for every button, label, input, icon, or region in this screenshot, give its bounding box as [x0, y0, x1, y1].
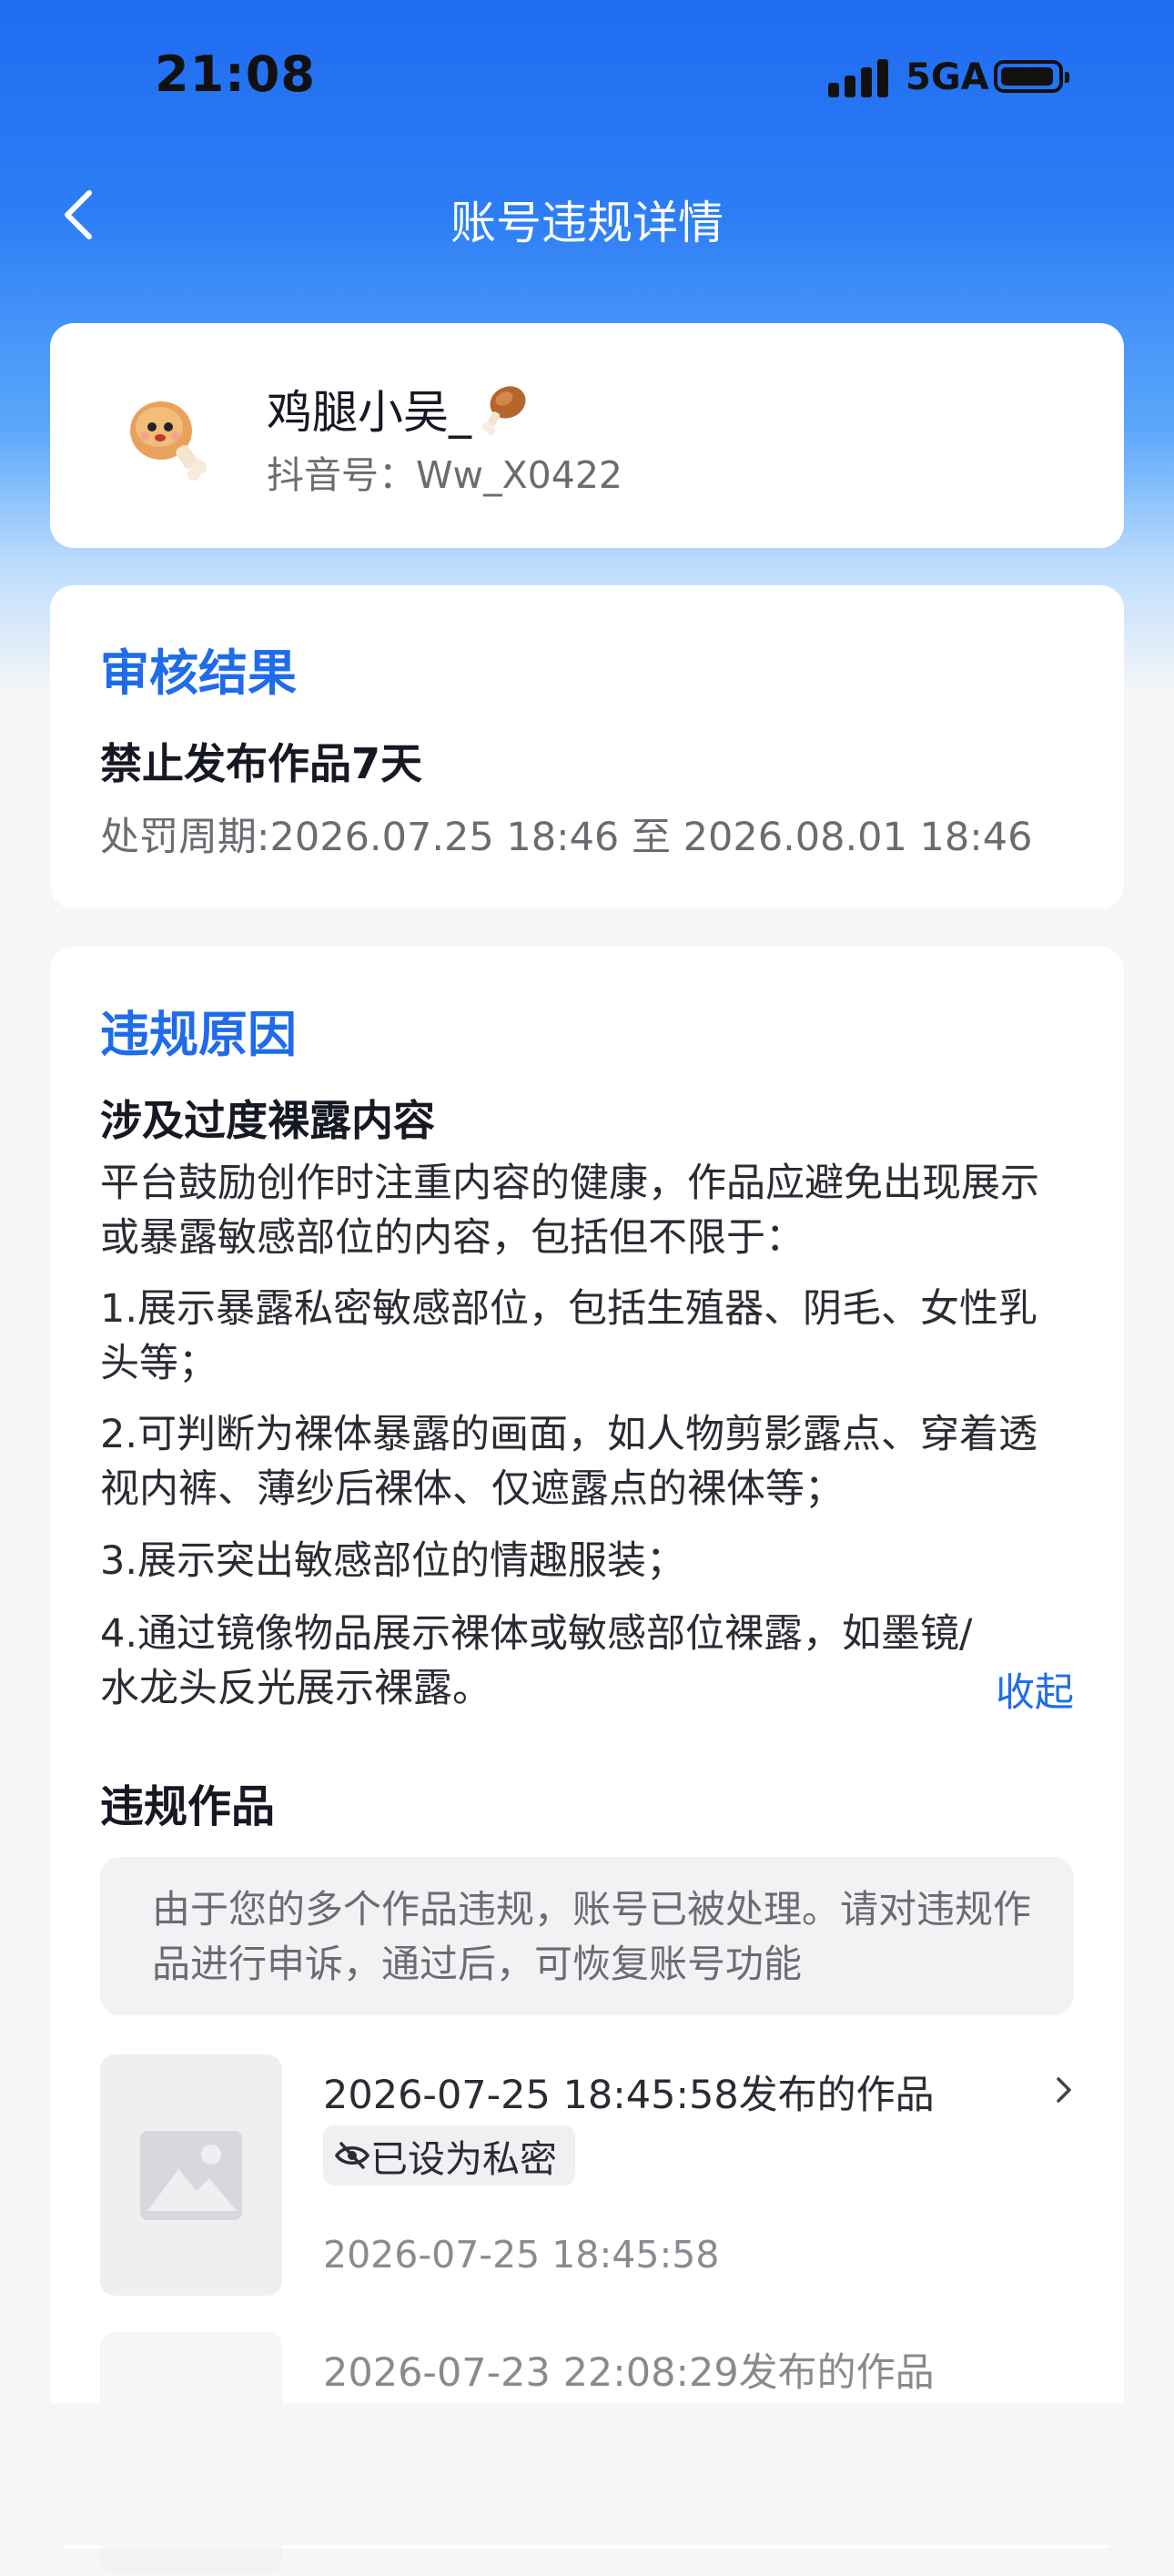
period-start: 2026.07.25 18:46: [269, 815, 620, 860]
chicken-leg-character-icon: [130, 401, 207, 481]
private-badge: 已设为私密: [323, 2125, 575, 2186]
profile-card: 鸡腿小吴_ 抖音号：Ww_X0422: [50, 323, 1124, 548]
reason-section-title: 违规原因: [100, 1006, 297, 1063]
work-thumbnail: [100, 2054, 282, 2296]
battery-icon: [994, 60, 1069, 93]
violation-reason-card: 违规原因 涉及过度裸露内容 平台鼓励创作时注重内容的健康，作品应避免出现展示或暴…: [50, 947, 1124, 2573]
work-title: 2026-07-25 18:45:58发布的作品: [323, 2073, 935, 2118]
username: 鸡腿小吴_: [267, 376, 531, 441]
battery-level: [1001, 67, 1053, 86]
works-section-title: 违规作品: [100, 1781, 276, 1832]
drumstick-icon: [482, 386, 526, 435]
eye-off-icon: [334, 2142, 370, 2169]
user-id: 抖音号：Ww_X0422: [267, 444, 622, 499]
reason-intro: 平台鼓励创作时注重内容的健康，作品应避免出现展示或暴露敏感部位的内容，包括但不限…: [100, 1161, 1039, 1261]
work-item[interactable]: 2026-07-25 18:45:58发布的作品 已设为私密 2026-07-2…: [100, 2054, 1074, 2298]
audit-section-title: 审核结果: [100, 644, 297, 702]
work-date: 2026-07-25 18:45:58: [323, 2233, 720, 2277]
user-id-value: Ww_X0422: [416, 453, 623, 497]
period-label: 处罚周期:: [100, 815, 270, 860]
audit-result-card: 审核结果 禁止发布作品7天 处罚周期:2026.07.25 18:46 至 20…: [50, 585, 1124, 908]
reason-item: 4.通过镜像物品展示裸体或敏感部位裸露，如墨镜/水龙头反光展示裸露。: [100, 1611, 973, 1711]
signal-icon: [828, 59, 888, 97]
reason-item: 3.展示突出敏感部位的情趣服装；: [100, 1538, 686, 1584]
username-text: 鸡腿小吴_: [267, 386, 471, 439]
collapse-button[interactable]: 收起: [996, 1661, 1074, 1718]
reason-item: 2.可判断为裸体暴露的画面，如人物剪影露点、穿着透视内裤、薄纱后裸体、仅遮露点的…: [100, 1412, 1038, 1512]
network-type: 5GA: [906, 56, 989, 98]
period-end: 2026.08.01 18:46: [683, 815, 1033, 860]
works-notice: 由于您的多个作品违规，账号已被处理。请对违规作品进行申诉，通过后，可恢复账号功能: [100, 1857, 1074, 2015]
page-title: 账号违规详情: [450, 197, 724, 249]
audit-result: 禁止发布作品7天: [100, 739, 423, 788]
user-id-label: 抖音号：: [267, 453, 416, 497]
period-separator: 至: [631, 815, 671, 860]
reason-subtitle: 涉及过度裸露内容: [100, 1096, 435, 1145]
status-time: 21:08: [155, 46, 316, 103]
private-badge-label: 已设为私密: [370, 2137, 557, 2181]
works-notice-text: 由于您的多个作品违规，账号已被处理。请对违规作品进行申诉，通过后，可恢复账号功能: [152, 1887, 1032, 1986]
reason-item: 1.展示暴露私密敏感部位，包括生殖器、阴毛、女性乳头等；: [100, 1286, 1038, 1386]
work-title: 2026-07-23 22:08:29发布的作品: [323, 2350, 935, 2396]
chevron-right-icon: [1057, 2077, 1071, 2103]
bottom-safe-area: [0, 2403, 1174, 2545]
penalty-period: 处罚周期:2026.07.25 18:46 至 2026.08.01 18:46: [100, 806, 1032, 862]
image-placeholder-icon: [140, 2131, 242, 2220]
